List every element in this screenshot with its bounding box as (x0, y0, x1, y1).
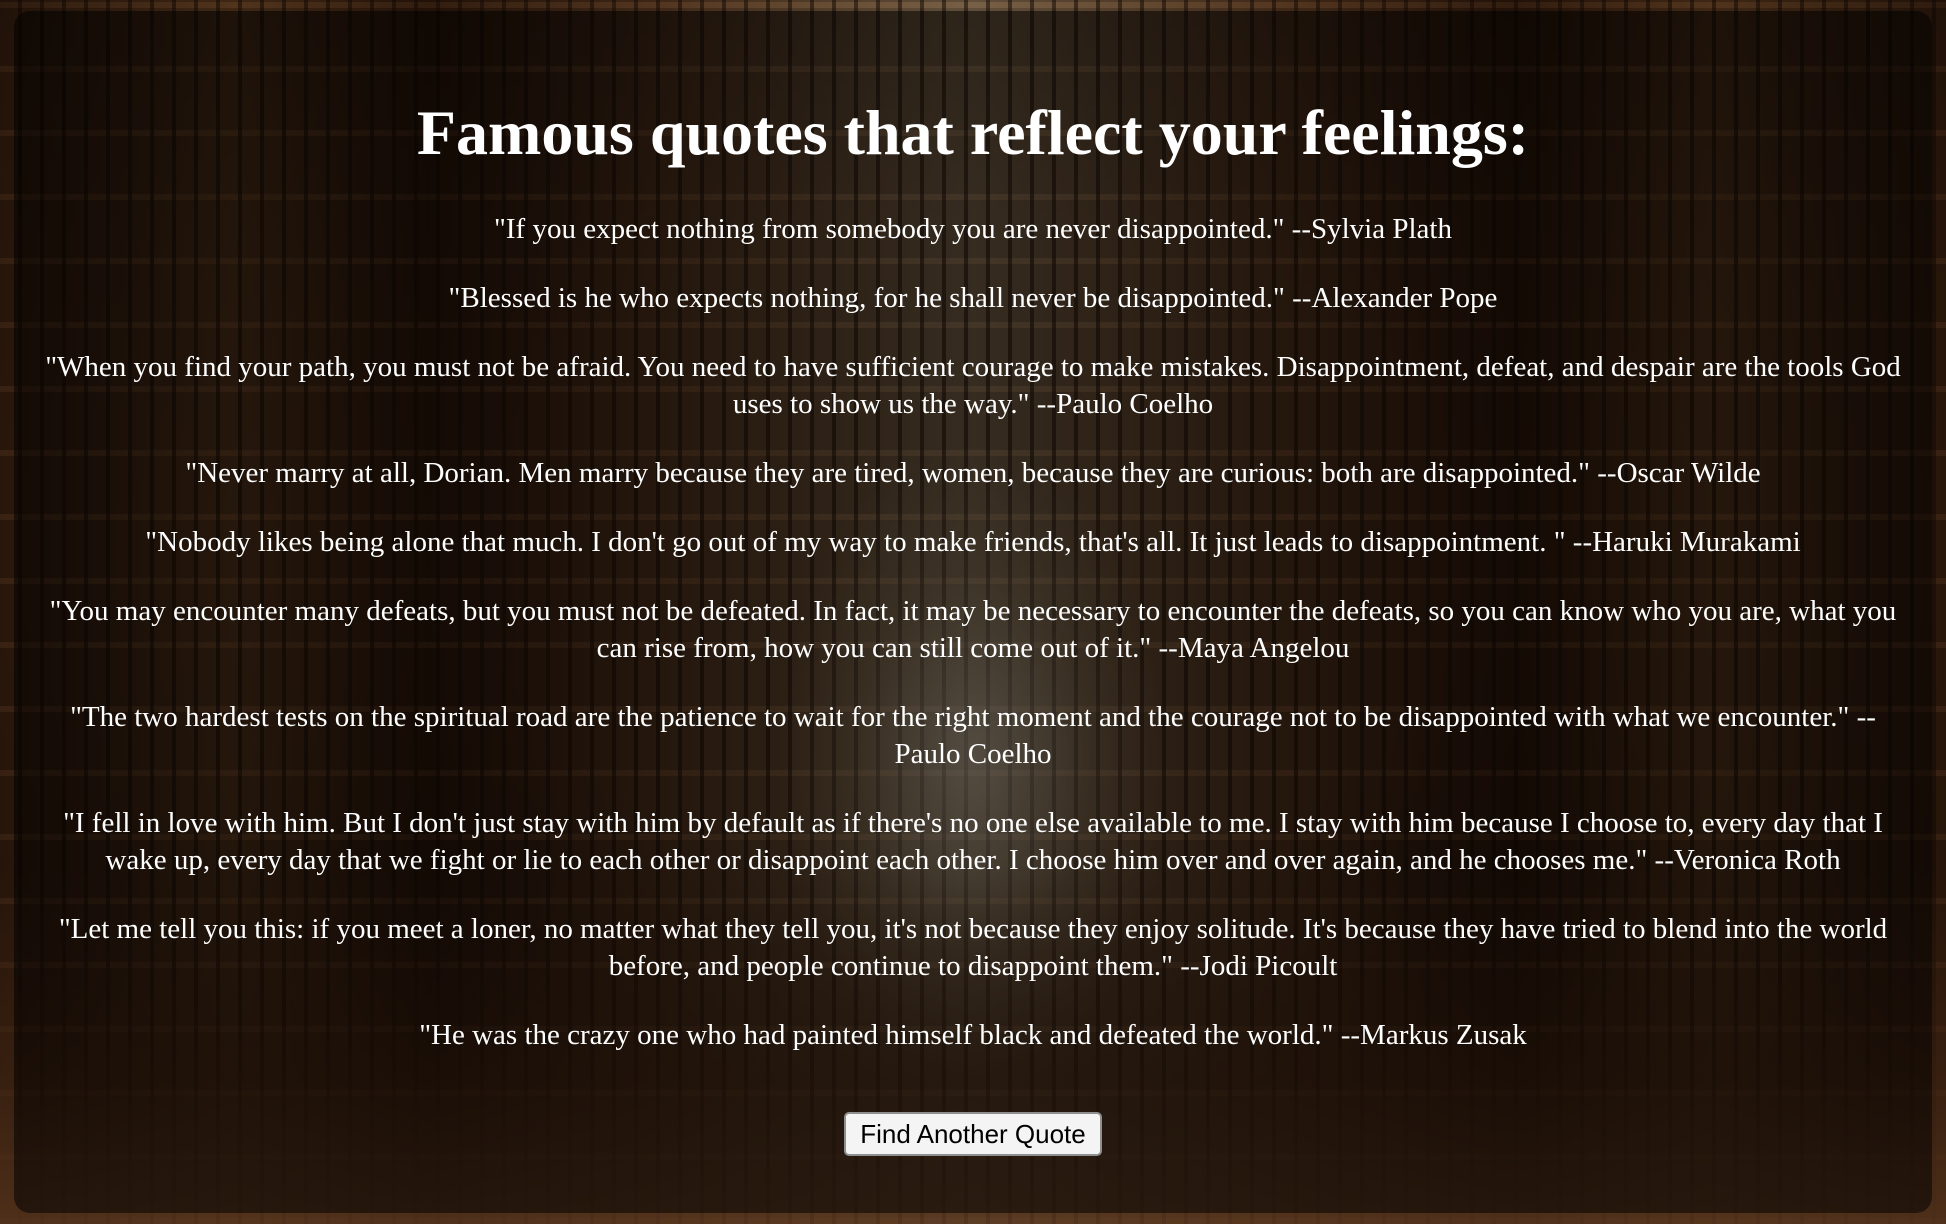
quote-item: "When you find your path, you must not b… (45, 351, 1901, 420)
quotes-panel: Famous quotes that reflect your feelings… (14, 11, 1932, 1213)
quote-item: "Blessed is he who expects nothing, for … (448, 282, 1498, 314)
quote-list: "If you expect nothing from somebody you… (44, 211, 1902, 1054)
quote-item: "The two hardest tests on the spiritual … (70, 701, 1876, 770)
quote-item: "Let me tell you this: if you meet a lon… (58, 913, 1888, 982)
quote-item: "Never marry at all, Dorian. Men marry b… (185, 457, 1761, 489)
quote-item: "He was the crazy one who had painted hi… (419, 1019, 1527, 1051)
quote-item: "If you expect nothing from somebody you… (494, 213, 1452, 245)
find-another-quote-button[interactable]: Find Another Quote (844, 1112, 1102, 1156)
quote-item: "I fell in love with him. But I don't ju… (63, 807, 1883, 876)
page-title: Famous quotes that reflect your feelings… (416, 97, 1530, 168)
quote-item: "Nobody likes being alone that much. I d… (145, 526, 1801, 558)
quote-item: "You may encounter many defeats, but you… (49, 595, 1897, 664)
